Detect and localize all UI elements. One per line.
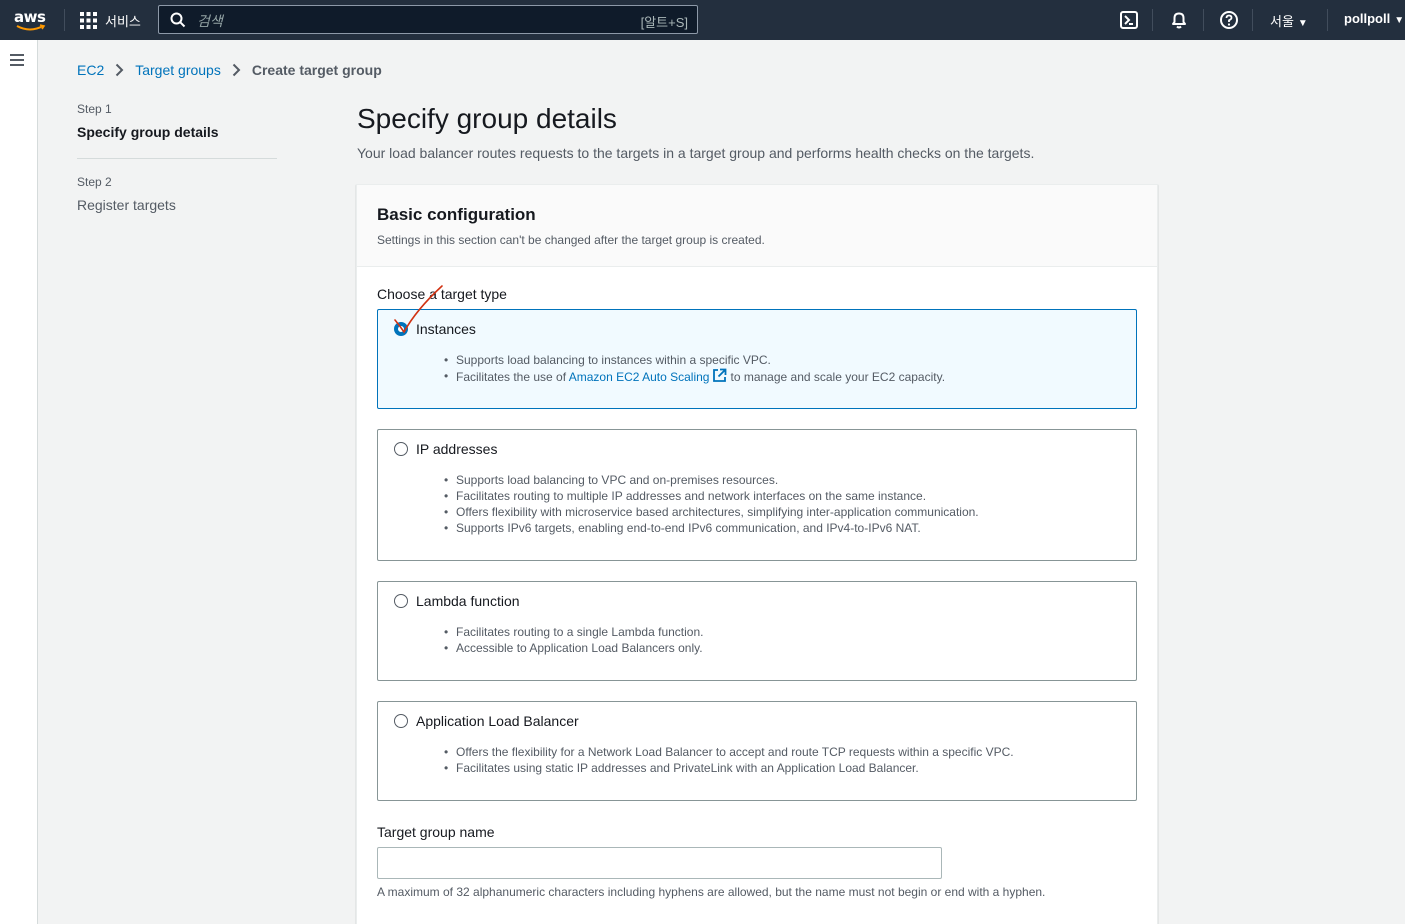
- chevron-right-icon: [116, 63, 124, 77]
- nav-divider: [64, 9, 65, 31]
- tile-label: IP addresses: [416, 441, 498, 457]
- tile-bullets: Offers the flexibility for a Network Loa…: [444, 744, 1014, 776]
- tile-bullets: Supports load balancing to instances wit…: [444, 352, 946, 385]
- list-item: Facilitates routing to a single Lambda f…: [444, 624, 704, 640]
- caret-down-icon: ▼: [1394, 15, 1405, 26]
- bullet-text: Facilitates the use of: [456, 370, 569, 384]
- search-icon: [170, 12, 186, 28]
- search-shortcut-hint: [알트+S]: [640, 15, 688, 30]
- services-label: 서비스: [105, 13, 141, 29]
- list-item: Facilitates routing to multiple IP addre…: [444, 488, 979, 504]
- list-item: Accessible to Application Load Balancers…: [444, 640, 703, 656]
- region-label: 서울: [1270, 14, 1294, 29]
- bullet-text: to manage and scale your EC2 capacity.: [730, 370, 946, 384]
- bell-icon[interactable]: [1169, 10, 1189, 30]
- external-link-icon[interactable]: [712, 368, 727, 383]
- target-type-lambda-function[interactable]: Lambda function Facilitates routing to a…: [377, 581, 1137, 681]
- cloudshell-icon[interactable]: [1119, 10, 1139, 30]
- nav-divider: [1152, 9, 1153, 31]
- breadcrumb-current: Create target group: [251, 62, 382, 78]
- ec2-auto-scaling-link[interactable]: Amazon EC2 Auto Scaling: [569, 370, 710, 384]
- list-item: Offers the flexibility for a Network Loa…: [444, 744, 1014, 760]
- target-group-name-hint: A maximum of 32 alphanumeric characters …: [377, 885, 1046, 899]
- caret-down-icon: ▼: [1297, 18, 1308, 29]
- list-item: Facilitates the use of Amazon EC2 Auto S…: [444, 368, 946, 385]
- side-navigation-rail: [0, 40, 38, 924]
- chevron-right-icon: [232, 63, 241, 77]
- target-type-label: Choose a target type: [377, 286, 507, 302]
- list-item: Facilitates using static IP addresses an…: [444, 760, 1014, 776]
- basic-configuration-panel: Basic configuration Settings in this sec…: [356, 184, 1158, 924]
- target-type-ip-addresses[interactable]: IP addresses Supports load balancing to …: [377, 429, 1137, 561]
- radio-ip-addresses[interactable]: [394, 442, 408, 456]
- list-item: Supports load balancing to VPC and on-pr…: [444, 472, 979, 488]
- list-item: Supports IPv6 targets, enabling end-to-e…: [444, 520, 979, 536]
- radio-application-load-balancer[interactable]: [394, 714, 408, 728]
- aws-smile-icon: [16, 24, 46, 31]
- tile-bullets: Facilitates routing to a single Lambda f…: [444, 624, 704, 656]
- breadcrumb: EC2 Target groups Create target group: [77, 62, 382, 78]
- nav-divider: [1203, 9, 1204, 31]
- step-1-number: Step 1: [77, 102, 112, 116]
- target-type-instances[interactable]: Instances Supports load balancing to ins…: [377, 309, 1137, 409]
- list-item: Offers flexibility with microservice bas…: [444, 504, 979, 520]
- search-input[interactable]: 검색 [알트+S]: [158, 5, 698, 34]
- wizard-steps: Step 1 Specify group details Step 2 Regi…: [77, 102, 277, 213]
- list-item: Supports load balancing to instances wit…: [444, 352, 945, 368]
- breadcrumb-target-groups[interactable]: Target groups: [135, 62, 221, 78]
- panel-title: Basic configuration: [377, 205, 536, 224]
- step-2-title: Register targets: [77, 197, 176, 213]
- step-2-number: Step 2: [77, 175, 112, 189]
- breadcrumb-ec2[interactable]: EC2: [77, 62, 104, 78]
- nav-divider: [1327, 9, 1328, 31]
- aws-logo[interactable]: aws: [14, 8, 48, 32]
- services-menu-button[interactable]: 서비스: [80, 10, 141, 30]
- top-navigation: aws 서비스 검색 [알트+S] 서울 ▼ pollpoll ▼: [0, 0, 1405, 40]
- search-placeholder: 검색: [197, 13, 223, 29]
- page-title: Specify group details: [357, 103, 617, 134]
- radio-instances[interactable]: [394, 322, 408, 336]
- panel-header: Basic configuration Settings in this sec…: [357, 185, 1157, 267]
- help-icon[interactable]: [1219, 10, 1239, 30]
- grid-icon: [80, 11, 97, 29]
- step-divider: [77, 158, 277, 159]
- tile-label: Application Load Balancer: [416, 713, 579, 729]
- tile-label: Lambda function: [416, 593, 520, 609]
- tile-bullets: Supports load balancing to VPC and on-pr…: [444, 472, 979, 536]
- panel-description: Settings in this section can't be change…: [377, 233, 765, 247]
- tile-label: Instances: [416, 321, 476, 337]
- radio-lambda-function[interactable]: [394, 594, 408, 608]
- account-menu[interactable]: pollpoll ▼: [1344, 11, 1404, 26]
- step-1-title: Specify group details: [77, 124, 219, 140]
- target-group-name-input[interactable]: [377, 847, 942, 879]
- nav-divider: [1252, 9, 1253, 31]
- account-name: pollpoll: [1344, 11, 1391, 26]
- target-group-name-label: Target group name: [377, 824, 495, 840]
- target-type-application-load-balancer[interactable]: Application Load Balancer Offers the fle…: [377, 701, 1137, 801]
- region-selector[interactable]: 서울 ▼: [1270, 11, 1308, 30]
- page-description: Your load balancer routes requests to th…: [357, 145, 1035, 161]
- menu-icon[interactable]: [10, 54, 24, 66]
